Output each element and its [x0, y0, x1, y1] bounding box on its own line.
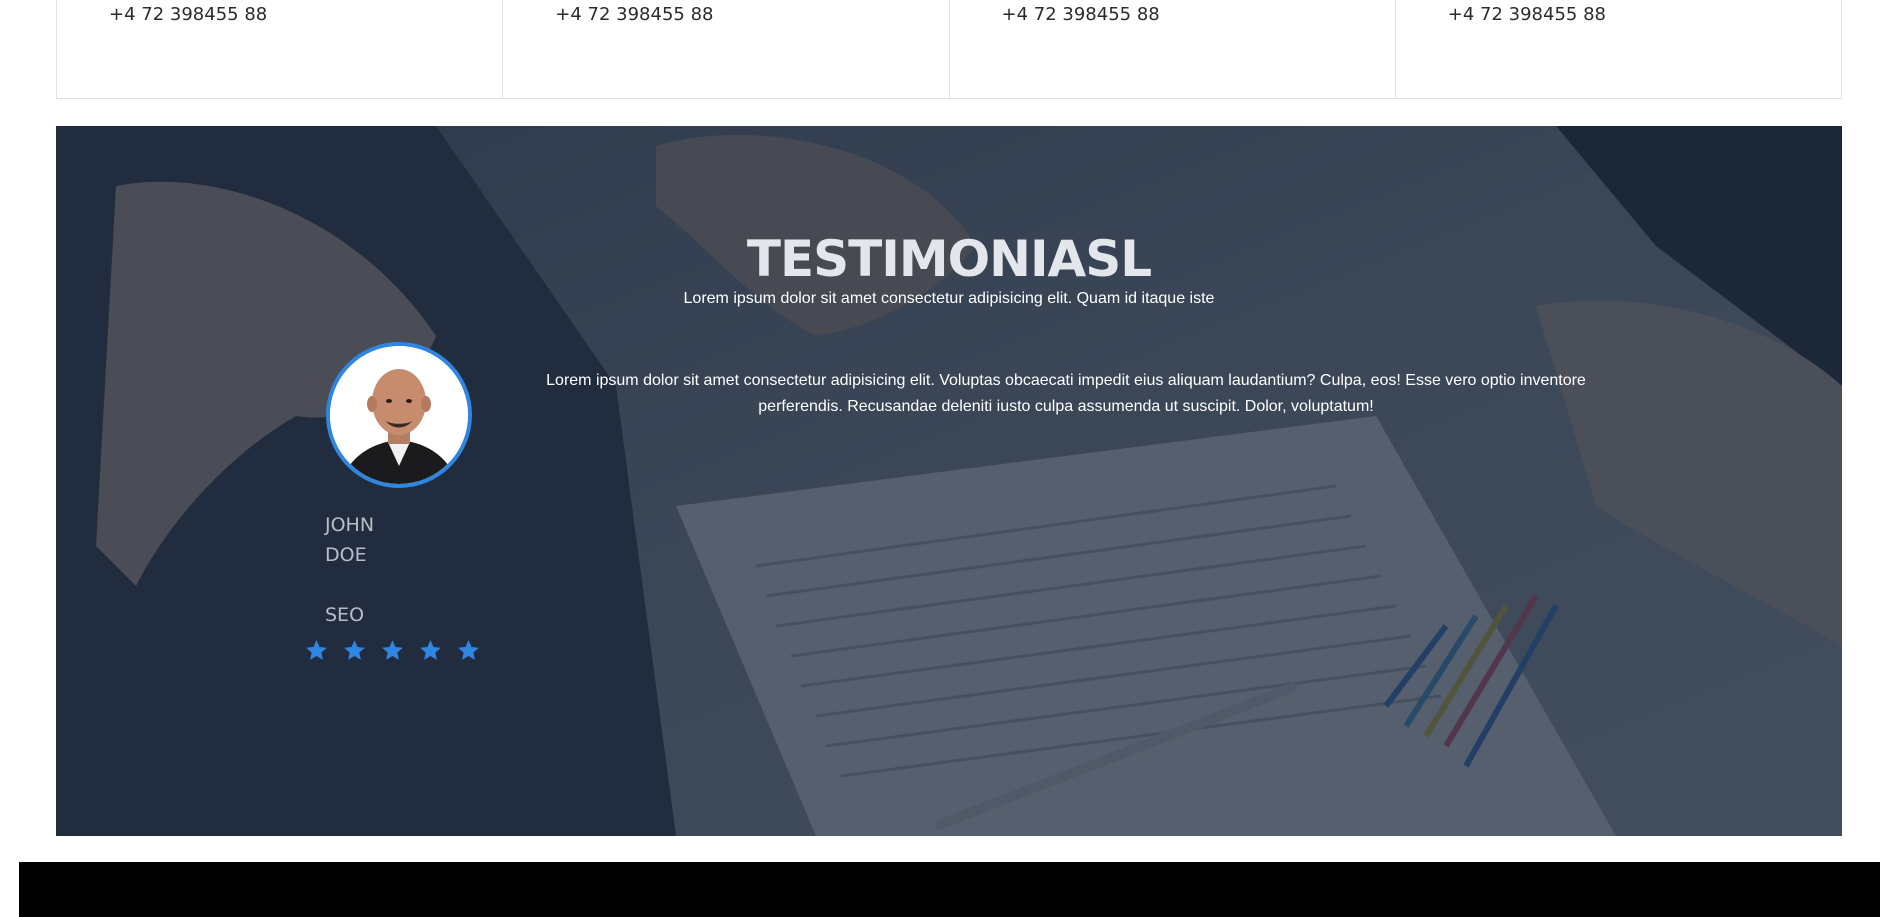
testimonials-section: TESTIMONIASL Lorem ipsum dolor sit amet …	[56, 126, 1842, 836]
testimonial-name: JOHN DOE	[325, 510, 405, 570]
testimonial-quote: Lorem ipsum dolor sit amet consectetur a…	[546, 372, 1586, 415]
section-subtitle: Lorem ipsum dolor sit amet consectetur a…	[683, 290, 1215, 307]
testimonial-last-name: DOE	[325, 544, 367, 566]
contact-card: +4 72 398455 88	[1396, 0, 1841, 98]
footer-bar	[19, 862, 1880, 917]
contact-phone[interactable]: +4 72 398455 88	[1448, 4, 1606, 25]
contact-cards-row: +4 72 398455 88 +4 72 398455 88 +4 72 39…	[56, 0, 1842, 99]
contact-phone[interactable]: +4 72 398455 88	[555, 4, 713, 25]
section-title: TESTIMONIASL	[746, 229, 1152, 288]
page: +4 72 398455 88 +4 72 398455 88 +4 72 39…	[0, 0, 1895, 917]
contact-phone[interactable]: +4 72 398455 88	[109, 4, 267, 25]
rating-stars	[304, 638, 481, 663]
star-icon	[344, 640, 365, 660]
star-icon	[306, 640, 327, 660]
testimonial-avatar	[326, 342, 472, 488]
person-photo-icon	[330, 346, 468, 484]
contact-card: +4 72 398455 88	[503, 0, 950, 98]
star-icon	[458, 640, 479, 660]
star-icon	[382, 640, 403, 660]
star-icon	[420, 640, 441, 660]
contact-card: +4 72 398455 88	[950, 0, 1396, 98]
testimonial-role: SEO	[325, 604, 365, 626]
testimonial-first-name: JOHN	[325, 514, 375, 536]
contact-phone[interactable]: +4 72 398455 88	[1002, 4, 1160, 25]
contact-card: +4 72 398455 88	[57, 0, 504, 98]
